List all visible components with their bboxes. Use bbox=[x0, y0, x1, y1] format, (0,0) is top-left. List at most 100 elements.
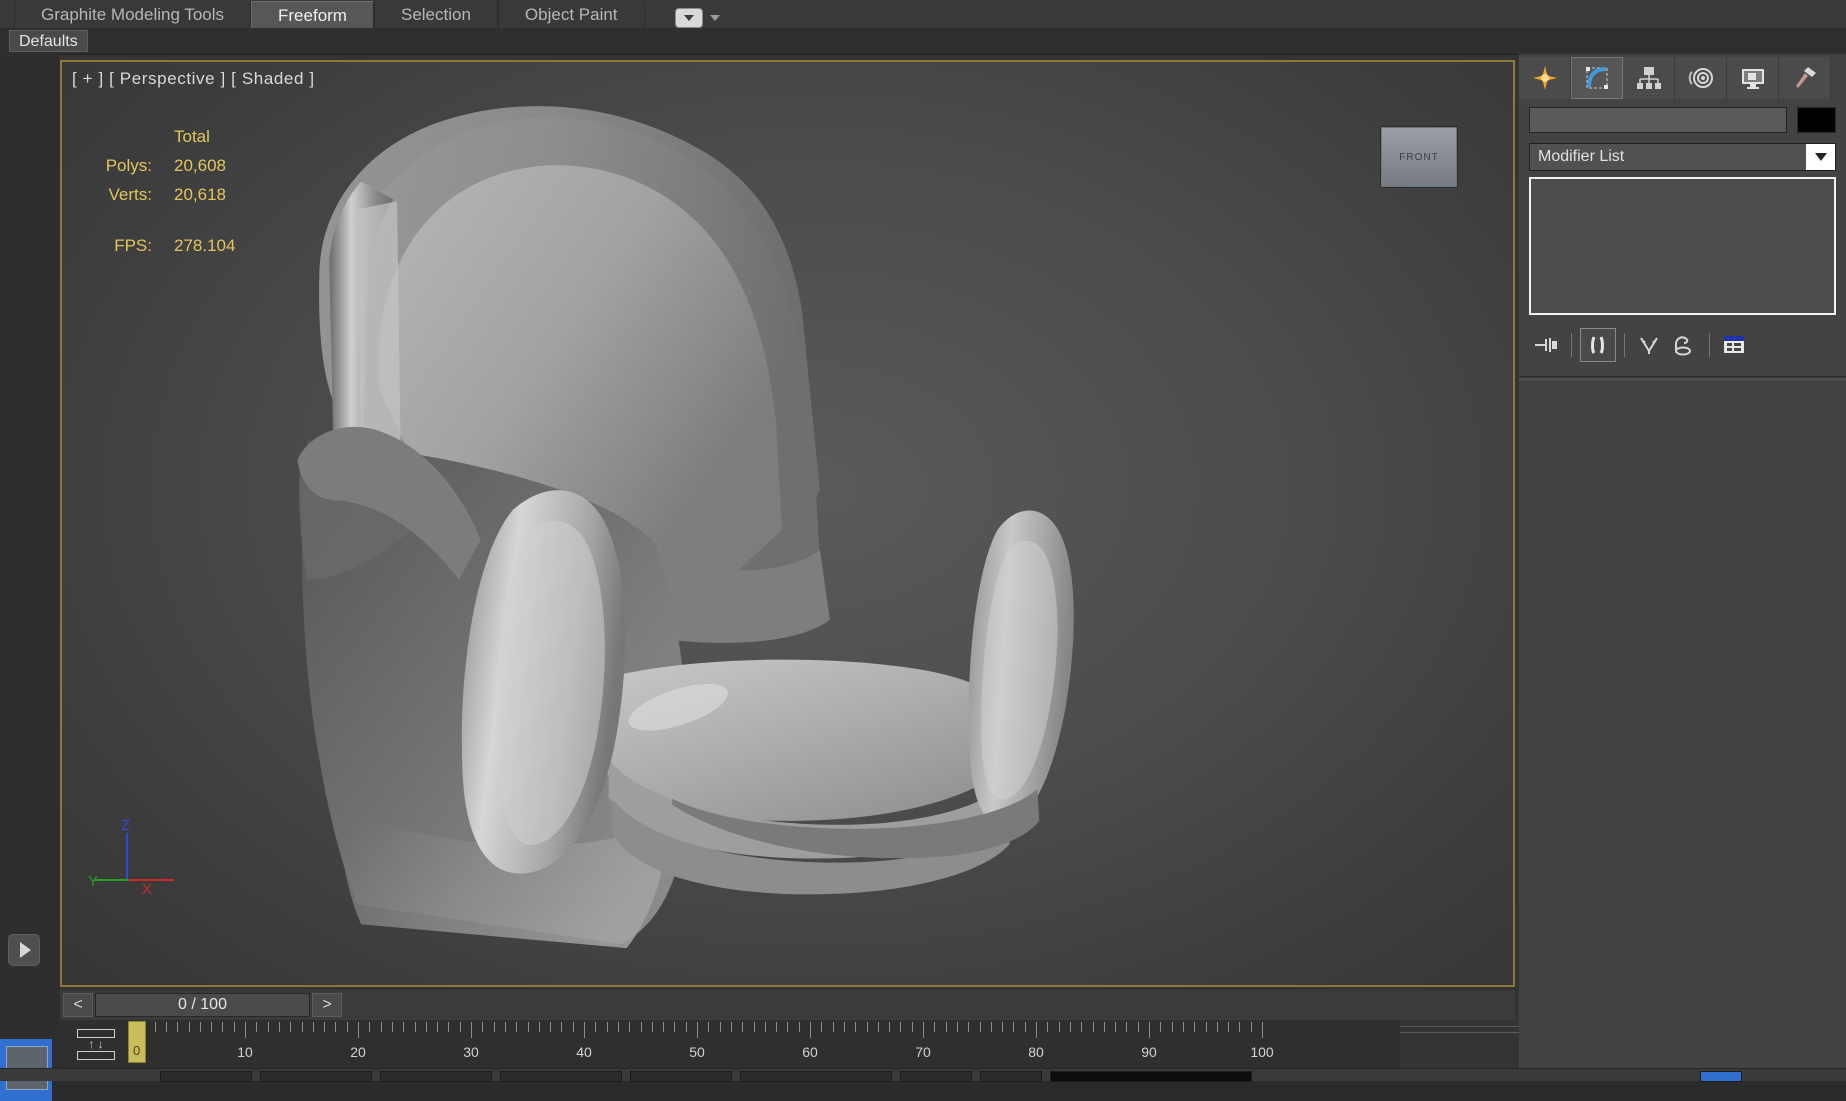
ruler-tick-major bbox=[1262, 1022, 1263, 1038]
time-prev-frame-button[interactable]: < bbox=[63, 993, 93, 1017]
ribbon-tab-object-paint[interactable]: Object Paint bbox=[498, 1, 645, 28]
ruler-tick-minor bbox=[516, 1022, 517, 1032]
track-bar-ruler[interactable]: 0102030405060708090100 bbox=[132, 1020, 1400, 1068]
ruler-tick-minor bbox=[460, 1022, 461, 1032]
ruler-tick-major bbox=[358, 1022, 359, 1038]
ribbon-tab-bar: Graphite Modeling Tools Freeform Selecti… bbox=[0, 0, 1846, 29]
object-color-swatch[interactable] bbox=[1797, 107, 1836, 133]
hierarchy-tab[interactable] bbox=[1623, 57, 1675, 99]
hammer-utilities-icon bbox=[1792, 65, 1818, 91]
ruler-tick-label: 20 bbox=[350, 1044, 366, 1060]
viewport-statistics: Total Polys: 20,608 Verts: 20,618 FPS: 2… bbox=[80, 122, 241, 260]
ruler-tick-minor bbox=[573, 1022, 574, 1032]
ruler-tick-minor bbox=[1059, 1022, 1060, 1032]
playhead-frame-label: 0 bbox=[133, 1043, 140, 1058]
time-slider-field[interactable]: 0 / 100 bbox=[95, 993, 310, 1017]
show-end-result-button[interactable] bbox=[1580, 328, 1616, 362]
remove-modifier-button[interactable] bbox=[1667, 329, 1701, 361]
modify-tab[interactable] bbox=[1571, 57, 1623, 99]
ruler-tick-minor bbox=[765, 1022, 766, 1032]
time-playhead[interactable]: 0 bbox=[128, 1021, 146, 1063]
ruler-tick-minor bbox=[381, 1022, 382, 1032]
ruler-tick-minor bbox=[155, 1022, 156, 1032]
stats-fps-label: FPS: bbox=[80, 231, 158, 260]
stats-polys-label: Polys: bbox=[80, 151, 158, 180]
object-name-field[interactable] bbox=[1529, 107, 1787, 133]
utilities-tab[interactable] bbox=[1779, 57, 1831, 99]
pin-stack-button[interactable] bbox=[1529, 329, 1563, 361]
star-create-icon bbox=[1532, 65, 1558, 91]
ruler-tick-minor bbox=[844, 1022, 845, 1032]
ribbon-tab-graphite-modeling-tools[interactable]: Graphite Modeling Tools bbox=[14, 1, 251, 28]
time-next-frame-button[interactable]: > bbox=[312, 993, 342, 1017]
ruler-tick-minor bbox=[629, 1022, 630, 1032]
stats-verts-value: 20,618 bbox=[158, 180, 241, 209]
ruler-tick-minor bbox=[720, 1022, 721, 1032]
ruler-tick-major bbox=[697, 1022, 698, 1038]
ruler-tick-minor bbox=[302, 1022, 303, 1032]
chevron-down-icon[interactable] bbox=[710, 15, 720, 21]
create-tab[interactable] bbox=[1519, 57, 1571, 99]
ruler-tick-minor bbox=[934, 1022, 935, 1032]
mini-curve-editor-icon[interactable]: ↑ ↓ bbox=[74, 1028, 118, 1060]
ruler-tick-minor bbox=[290, 1022, 291, 1032]
motion-tab[interactable] bbox=[1675, 57, 1727, 99]
modifier-stack-list[interactable] bbox=[1529, 177, 1836, 315]
ruler-tick-minor bbox=[968, 1022, 969, 1032]
ribbon-tab-selection[interactable]: Selection bbox=[374, 1, 498, 28]
track-bar[interactable]: ↑ ↓ 0102030405060708090100 0 bbox=[60, 1020, 1400, 1068]
stats-fps-value: 278.104 bbox=[158, 231, 241, 260]
ruler-tick-minor bbox=[980, 1022, 981, 1032]
ruler-tick-minor bbox=[561, 1022, 562, 1032]
axis-tripod-icon: Z X Y bbox=[88, 823, 168, 893]
trash-remove-icon bbox=[1673, 334, 1695, 356]
ruler-tick-minor bbox=[957, 1022, 958, 1032]
toolbar-separator bbox=[1709, 333, 1710, 357]
ruler-tick-minor bbox=[708, 1022, 709, 1032]
ribbon-tab-freeform[interactable]: Freeform bbox=[251, 1, 374, 28]
ruler-tick-minor bbox=[889, 1022, 890, 1032]
ruler-tick-label: 10 bbox=[237, 1044, 253, 1060]
ruler-tick-minor bbox=[855, 1022, 856, 1032]
make-unique-button[interactable] bbox=[1633, 329, 1667, 361]
ruler-tick-minor bbox=[742, 1022, 743, 1032]
ruler-tick-major bbox=[1036, 1022, 1037, 1038]
ruler-tick-label: 30 bbox=[463, 1044, 479, 1060]
configure-sets-icon bbox=[1723, 334, 1747, 356]
ruler-tick-minor bbox=[686, 1022, 687, 1032]
ruler-tick-minor bbox=[618, 1022, 619, 1032]
ruler-tick-minor bbox=[1126, 1022, 1127, 1032]
ruler-tick-minor bbox=[482, 1022, 483, 1032]
object-name-row bbox=[1529, 107, 1836, 133]
ruler-tick-minor bbox=[607, 1022, 608, 1032]
ruler-tick-minor bbox=[674, 1022, 675, 1032]
modifier-list-label: Modifier List bbox=[1530, 148, 1806, 166]
configure-modifier-sets-button[interactable] bbox=[1718, 329, 1752, 361]
viewport-label[interactable]: [ + ] [ Perspective ] [ Shaded ] bbox=[72, 69, 315, 89]
ruler-tick-major bbox=[810, 1022, 811, 1038]
ruler-tick-minor bbox=[787, 1022, 788, 1032]
ruler-tick-minor bbox=[279, 1022, 280, 1032]
ruler-tick-minor bbox=[189, 1022, 190, 1032]
defaults-button[interactable]: Defaults bbox=[9, 30, 88, 52]
modifier-list-dropdown[interactable]: Modifier List bbox=[1529, 143, 1836, 171]
ruler-tick-major bbox=[245, 1022, 246, 1038]
expand-play-icon[interactable] bbox=[8, 934, 40, 966]
ruler-tick-minor bbox=[1025, 1022, 1026, 1032]
ruler-tick-label: 90 bbox=[1141, 1044, 1157, 1060]
left-rail bbox=[0, 54, 60, 1080]
display-tab[interactable] bbox=[1727, 57, 1779, 99]
chevron-down-icon[interactable] bbox=[1806, 144, 1835, 170]
stats-header-total: Total bbox=[158, 122, 241, 151]
perspective-viewport[interactable]: [ + ] [ Perspective ] [ Shaded ] Total P… bbox=[60, 60, 1515, 987]
axis-y-label: Y bbox=[88, 873, 98, 890]
curve-editor-arrows: ↑ ↓ bbox=[88, 1040, 103, 1049]
viewcube[interactable]: FRONT bbox=[1381, 127, 1457, 187]
ruler-tick-minor bbox=[1013, 1022, 1014, 1032]
command-panel: Modifier List bbox=[1519, 54, 1846, 1080]
ruler-tick-minor bbox=[222, 1022, 223, 1032]
ruler-tick-minor bbox=[1251, 1022, 1252, 1032]
ruler-tick-major bbox=[584, 1022, 585, 1038]
dropdown-arrow-icon[interactable] bbox=[675, 8, 703, 28]
ruler-tick-minor bbox=[347, 1022, 348, 1032]
